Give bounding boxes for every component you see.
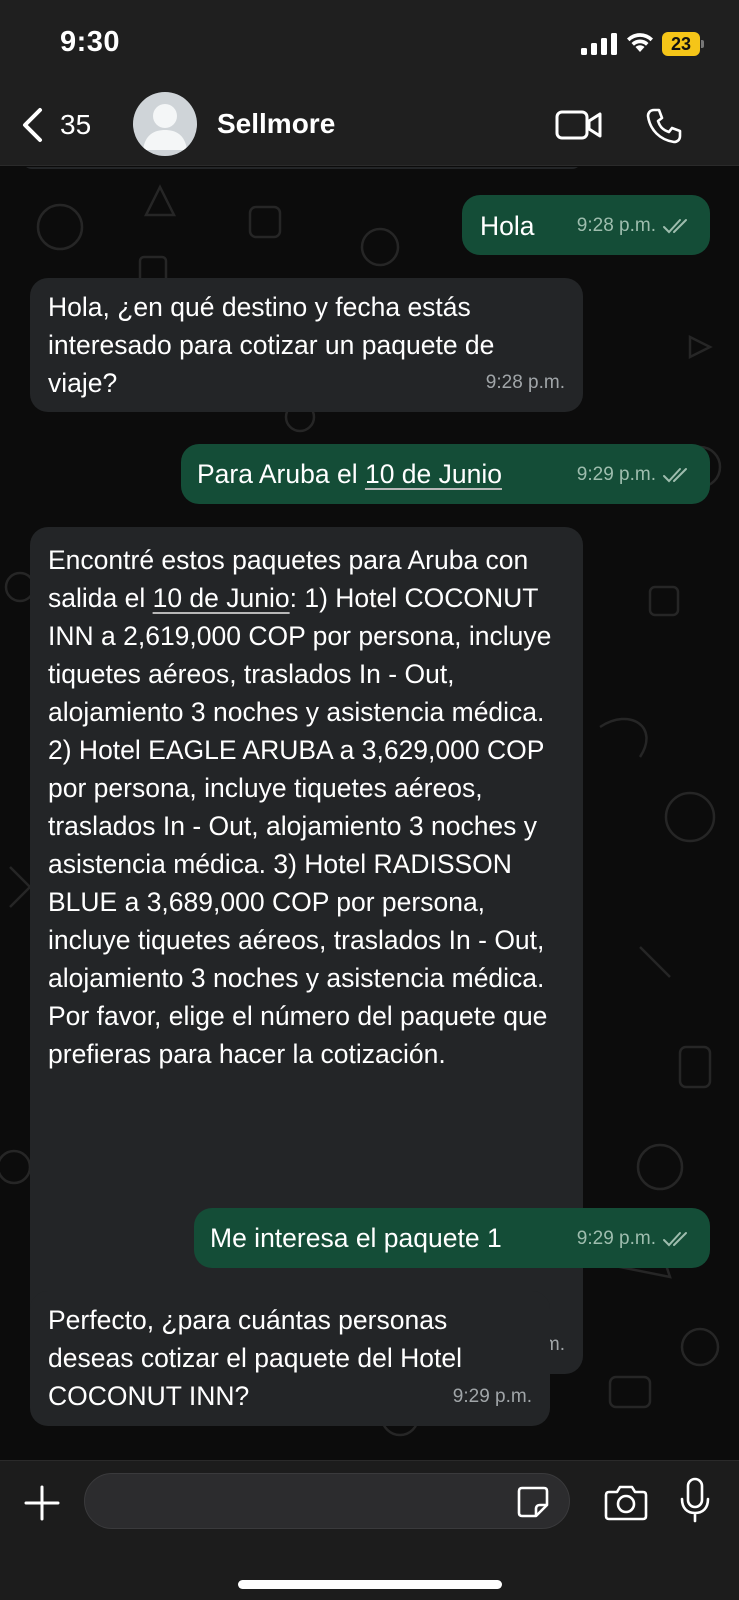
back-chevron-icon bbox=[23, 108, 42, 142]
message-input[interactable] bbox=[84, 1473, 570, 1529]
chat-area[interactable]: Hola 9:28 p.m. Hola, ¿en qué destino y f… bbox=[0, 167, 739, 1460]
message-meta: 9:29 p.m. bbox=[577, 1220, 692, 1258]
home-indicator bbox=[238, 1580, 502, 1589]
battery-icon: 23 bbox=[662, 32, 704, 56]
message-text: Me interesa el paquete 1 bbox=[210, 1223, 502, 1253]
unread-count: 35 bbox=[60, 109, 92, 140]
read-ticks-icon bbox=[663, 1232, 687, 1247]
message-meta: 9:29 p.m. bbox=[453, 1378, 532, 1416]
avatar[interactable] bbox=[133, 92, 197, 156]
date-link[interactable]: 10 de Junio bbox=[153, 583, 290, 613]
outgoing-message[interactable]: Me interesa el paquete 1 9:29 p.m. bbox=[194, 1208, 710, 1268]
avatar-placeholder-icon bbox=[143, 104, 187, 150]
message-meta: 9:28 p.m. bbox=[486, 364, 565, 402]
status-bar: 9:30 23 bbox=[0, 0, 739, 90]
message-time: 9:29 p.m. bbox=[452, 1386, 532, 1407]
sticker-icon[interactable] bbox=[516, 1485, 550, 1519]
plus-icon[interactable] bbox=[22, 1483, 62, 1523]
previous-message-edge bbox=[22, 167, 582, 169]
message-text: Encontré estos paquetes para Aruba con s… bbox=[48, 545, 552, 1069]
video-call-icon[interactable] bbox=[555, 108, 603, 142]
signal-icon bbox=[581, 33, 617, 55]
phone-icon[interactable] bbox=[644, 106, 684, 146]
message-time: 9:28 p.m. bbox=[485, 372, 565, 393]
battery-level: 23 bbox=[662, 32, 700, 56]
incoming-message[interactable]: Hola, ¿en qué destino y fecha estás inte… bbox=[30, 278, 583, 412]
microphone-icon[interactable] bbox=[678, 1477, 712, 1525]
message-text: Hola bbox=[480, 211, 535, 241]
incoming-message[interactable]: Perfecto, ¿para cuántas personas deseas … bbox=[30, 1291, 550, 1426]
wifi-icon bbox=[627, 33, 653, 52]
message-meta: 9:29 p.m. bbox=[577, 456, 692, 494]
date-link[interactable]: 10 de Junio bbox=[365, 459, 502, 489]
message-time: 9:28 p.m. bbox=[576, 215, 656, 236]
camera-icon[interactable] bbox=[604, 1483, 648, 1521]
message-time: 9:29 p.m. bbox=[576, 1228, 656, 1249]
input-bar bbox=[0, 1460, 739, 1600]
message-time: 9:29 p.m. bbox=[576, 464, 656, 485]
back-button[interactable]: 35 bbox=[18, 100, 91, 150]
outgoing-message[interactable]: Para Aruba el 10 de Junio 9:29 p.m. bbox=[181, 444, 710, 504]
message-text: Para Aruba el 10 de Junio bbox=[197, 459, 502, 489]
outgoing-message[interactable]: Hola 9:28 p.m. bbox=[462, 195, 710, 255]
read-ticks-icon bbox=[663, 468, 687, 483]
status-time: 9:30 bbox=[60, 26, 121, 58]
message-meta: 9:28 p.m. bbox=[577, 207, 692, 245]
message-text: Perfecto, ¿para cuántas personas deseas … bbox=[48, 1305, 462, 1411]
read-ticks-icon bbox=[663, 219, 687, 234]
contact-name[interactable]: Sellmore bbox=[217, 108, 335, 140]
chat-header: 35 Sellmore bbox=[0, 90, 739, 166]
message-text: Hola, ¿en qué destino y fecha estás inte… bbox=[48, 292, 495, 398]
